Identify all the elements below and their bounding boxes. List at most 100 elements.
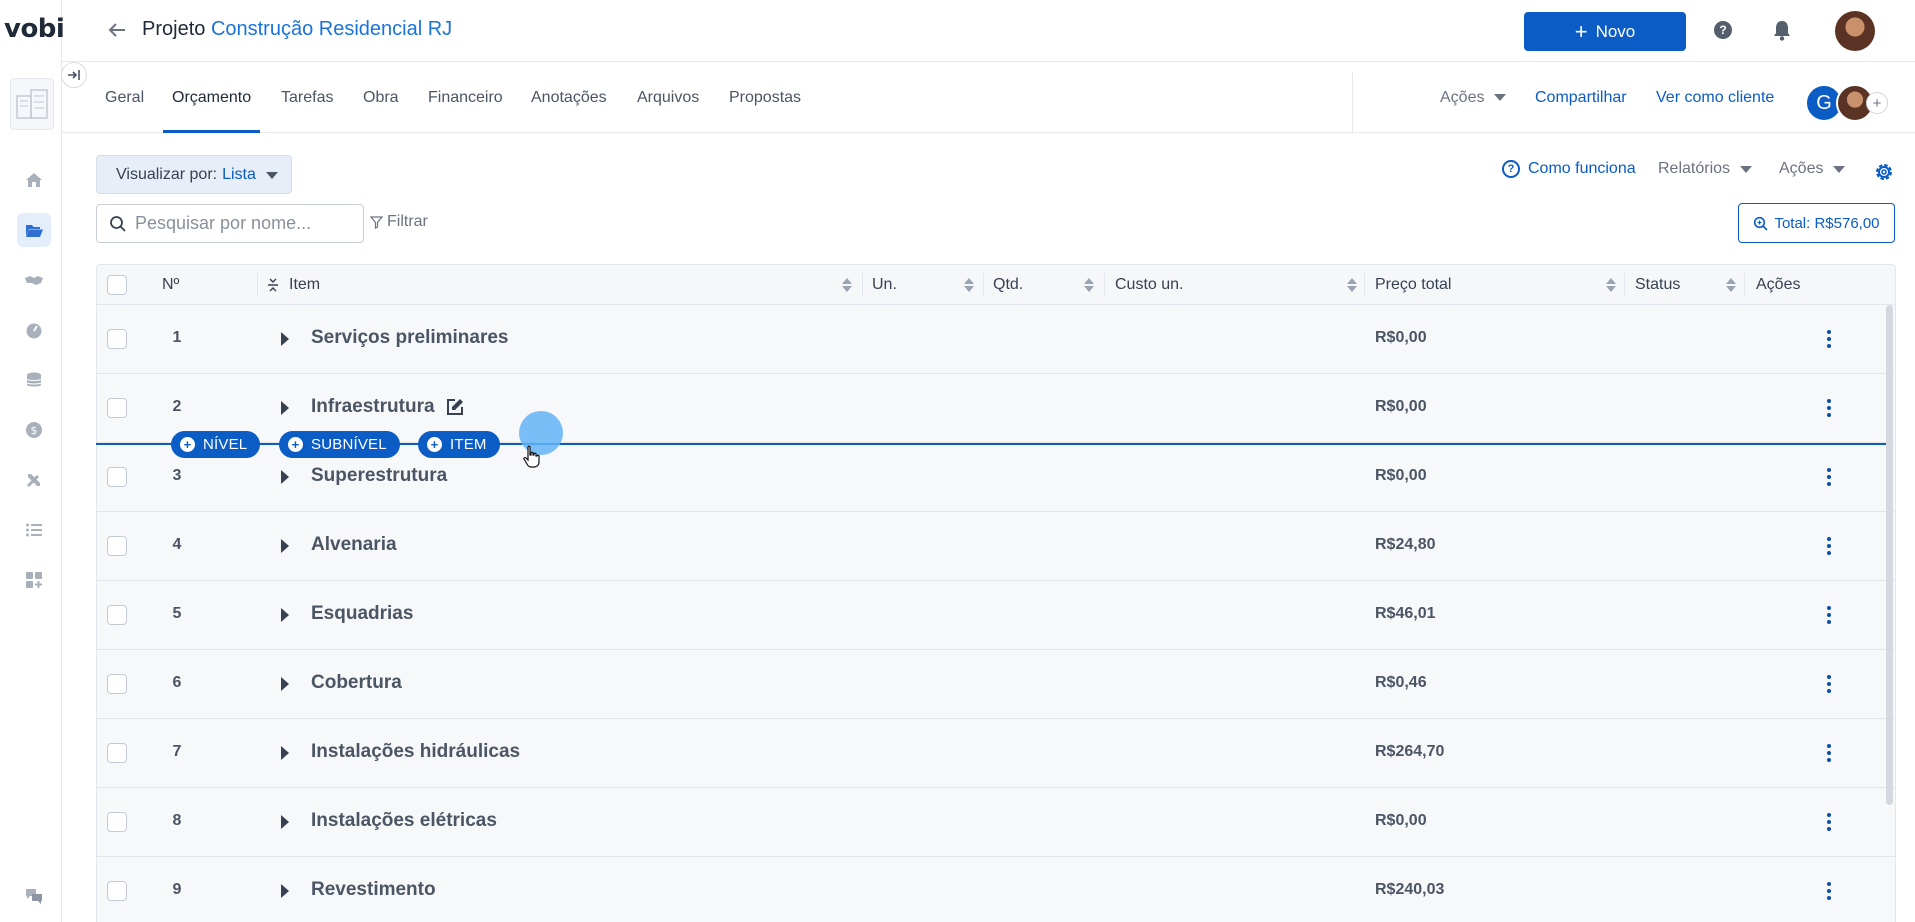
add-item-button[interactable]: + ITEM <box>418 431 500 458</box>
sidebar-item-database[interactable] <box>17 363 51 397</box>
row-label[interactable]: Infraestrutura <box>311 396 435 418</box>
expand-caret-icon[interactable] <box>281 608 289 622</box>
kebab-menu-icon[interactable] <box>1826 811 1832 833</box>
row-checkbox[interactable] <box>107 881 127 901</box>
table-row[interactable]: 6 Cobertura R$0,46 <box>97 650 1895 719</box>
row-checkbox[interactable] <box>107 812 127 832</box>
table-row[interactable]: 4 Alvenaria R$24,80 <box>97 512 1895 581</box>
sidebar-item-home[interactable] <box>17 163 51 197</box>
row-label[interactable]: Alvenaria <box>311 534 397 556</box>
table-row[interactable]: 9 Revestimento R$240,03 <box>97 857 1895 922</box>
expand-caret-icon[interactable] <box>281 677 289 691</box>
row-checkbox[interactable] <box>107 398 127 418</box>
tab-tarefas[interactable]: Tarefas <box>281 62 333 133</box>
view-as-client-link[interactable]: Ver como cliente <box>1656 62 1774 133</box>
help-icon[interactable]: ? <box>1714 21 1732 39</box>
how-it-works-link[interactable]: ? Como funciona <box>1502 160 1636 178</box>
add-member-button[interactable]: + <box>1866 92 1888 114</box>
sidebar-item-chat[interactable] <box>17 879 51 913</box>
sidebar-item-list[interactable] <box>17 513 51 547</box>
row-checkbox[interactable] <box>107 536 127 556</box>
sidebar-item-projects[interactable] <box>17 213 51 247</box>
sort-icon[interactable] <box>964 278 974 292</box>
sidebar-item-finance[interactable]: $ <box>17 413 51 447</box>
expand-caret-icon[interactable] <box>281 815 289 829</box>
expand-collapse-icon[interactable] <box>267 265 279 305</box>
row-label[interactable]: Instalações elétricas <box>311 810 497 832</box>
reports-dropdown[interactable]: Relatórios <box>1658 160 1753 178</box>
share-link[interactable]: Compartilhar <box>1535 62 1627 133</box>
expand-caret-icon[interactable] <box>281 884 289 898</box>
sort-icon[interactable] <box>1726 278 1736 292</box>
budget-actions-dropdown[interactable]: Ações <box>1779 160 1846 178</box>
row-label[interactable]: Instalações hidráulicas <box>311 741 520 763</box>
row-checkbox[interactable] <box>107 674 127 694</box>
row-label[interactable]: Serviços preliminares <box>311 327 509 349</box>
tab-obra[interactable]: Obra <box>363 62 399 133</box>
search-field[interactable] <box>96 204 364 243</box>
expand-caret-icon[interactable] <box>281 332 289 346</box>
view-by-select[interactable]: Visualizar por: Lista <box>96 155 292 194</box>
col-status[interactable]: Status <box>1635 265 1680 305</box>
tab-orcamento[interactable]: Orçamento <box>162 62 261 133</box>
project-actions-dropdown[interactable]: Ações <box>1440 62 1507 133</box>
kebab-menu-icon[interactable] <box>1826 397 1832 419</box>
col-quantity[interactable]: Qtd. <box>993 265 1023 305</box>
row-checkbox[interactable] <box>107 329 127 349</box>
sidebar-item-crm[interactable] <box>17 263 51 297</box>
table-row[interactable]: 1 Serviços preliminares R$0,00 <box>97 305 1895 374</box>
project-thumbnail[interactable] <box>10 78 54 130</box>
kebab-menu-icon[interactable] <box>1826 742 1832 764</box>
sidebar-item-tools[interactable] <box>17 463 51 497</box>
sidebar-toggle-button[interactable] <box>61 62 87 88</box>
table-row[interactable]: 5 Esquadrias R$46,01 <box>97 581 1895 650</box>
add-level-button[interactable]: + NÍVEL <box>171 431 261 458</box>
kebab-menu-icon[interactable] <box>1826 328 1832 350</box>
sidebar-item-apps[interactable] <box>17 563 51 597</box>
tab-financeiro[interactable]: Financeiro <box>428 62 503 133</box>
col-number[interactable]: Nº <box>162 265 179 305</box>
expand-caret-icon[interactable] <box>281 401 289 415</box>
user-avatar[interactable] <box>1835 11 1875 51</box>
row-label[interactable]: Cobertura <box>311 672 402 694</box>
col-total-price[interactable]: Preço total <box>1375 265 1451 305</box>
sort-icon[interactable] <box>1606 278 1616 292</box>
search-input[interactable] <box>135 213 355 234</box>
project-name[interactable]: Construção Residencial RJ <box>211 18 452 40</box>
row-checkbox[interactable] <box>107 743 127 763</box>
tab-geral[interactable]: Geral <box>105 62 144 133</box>
tab-anotacoes[interactable]: Anotações <box>531 62 607 133</box>
col-unit[interactable]: Un. <box>872 265 897 305</box>
table-row[interactable]: 7 Instalações hidráulicas R$264,70 <box>97 719 1895 788</box>
table-row[interactable]: 8 Instalações elétricas R$0,00 <box>97 788 1895 857</box>
filter-button[interactable]: Filtrar <box>370 213 428 231</box>
back-button[interactable] <box>106 19 128 47</box>
row-checkbox[interactable] <box>107 467 127 487</box>
sort-icon[interactable] <box>1347 278 1357 292</box>
kebab-menu-icon[interactable] <box>1826 604 1832 626</box>
col-item[interactable]: Item <box>289 265 320 305</box>
new-button[interactable]: + Novo <box>1524 12 1686 51</box>
add-sublevel-button[interactable]: + SUBNÍVEL <box>279 431 400 458</box>
tab-arquivos[interactable]: Arquivos <box>637 62 699 133</box>
row-label[interactable]: Esquadrias <box>311 603 413 625</box>
tab-propostas[interactable]: Propostas <box>729 62 801 133</box>
kebab-menu-icon[interactable] <box>1826 535 1832 557</box>
expand-caret-icon[interactable] <box>281 470 289 484</box>
sort-icon[interactable] <box>1084 278 1094 292</box>
total-button[interactable]: Total: R$576,00 <box>1738 203 1895 243</box>
select-all-checkbox[interactable] <box>107 275 127 295</box>
row-label[interactable]: Superestrutura <box>311 465 447 487</box>
sort-icon[interactable] <box>842 278 852 292</box>
table-scrollbar[interactable] <box>1886 305 1893 805</box>
notification-bell-icon[interactable] <box>1772 19 1792 46</box>
edit-icon[interactable] <box>445 397 465 422</box>
kebab-menu-icon[interactable] <box>1826 466 1832 488</box>
kebab-menu-icon[interactable] <box>1826 673 1832 695</box>
row-label[interactable]: Revestimento <box>311 879 436 901</box>
col-unit-cost[interactable]: Custo un. <box>1115 265 1183 305</box>
sidebar-item-dashboard[interactable] <box>17 313 51 347</box>
expand-caret-icon[interactable] <box>281 746 289 760</box>
expand-caret-icon[interactable] <box>281 539 289 553</box>
gear-icon[interactable] <box>1873 161 1895 188</box>
